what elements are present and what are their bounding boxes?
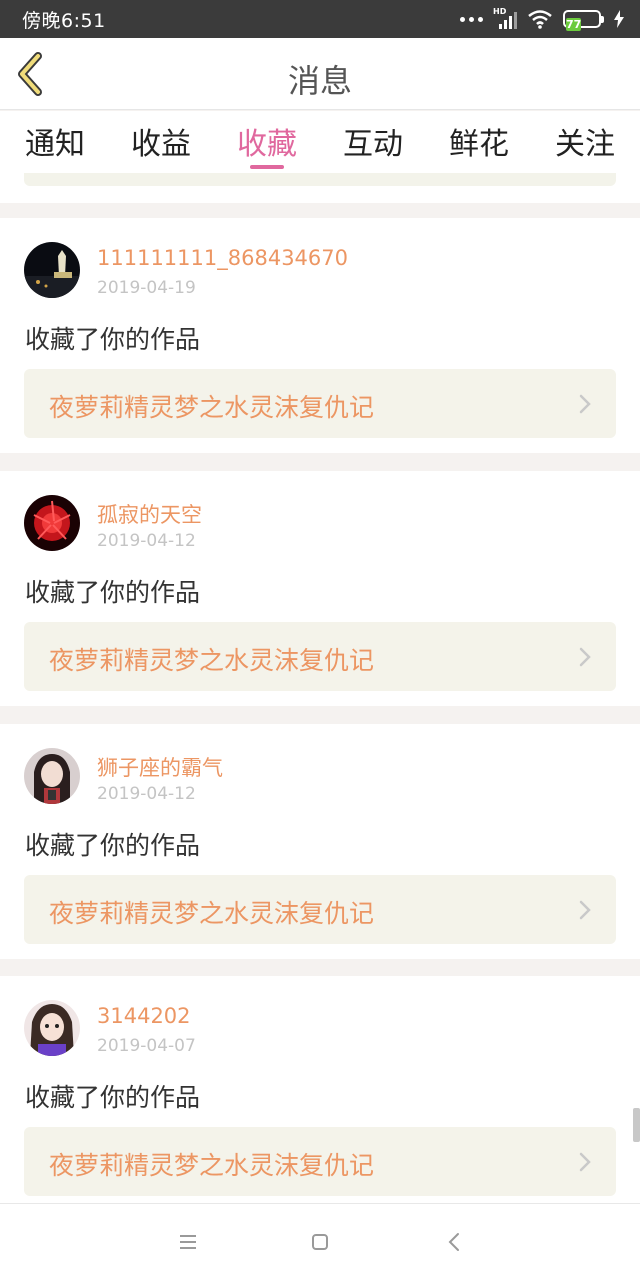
tab-notifications[interactable]: 通知: [10, 119, 100, 163]
previous-item-fragment: [0, 173, 640, 203]
action-text: 收藏了你的作品: [25, 1083, 201, 1112]
tab-following[interactable]: 关注: [540, 119, 630, 163]
chevron-right-icon: [579, 900, 591, 920]
previous-work-card[interactable]: [24, 173, 616, 186]
username[interactable]: 孤寂的天空: [97, 499, 202, 529]
home-button[interactable]: [306, 1228, 334, 1256]
username[interactable]: 狮子座的霸气: [97, 752, 223, 782]
system-back-button[interactable]: [441, 1228, 469, 1256]
timestamp: 2019-04-19: [97, 278, 196, 298]
tab-bar: 通知 收益 收藏 互动 鲜花 关注: [0, 111, 640, 173]
avatar[interactable]: [24, 1000, 80, 1056]
timestamp: 2019-04-07: [97, 1036, 196, 1056]
avatar[interactable]: [24, 495, 80, 551]
wifi-icon: [528, 10, 552, 29]
work-title: 夜萝莉精灵梦之水灵沫复仇记: [49, 646, 375, 675]
work-card[interactable]: 夜萝莉精灵梦之水灵沫复仇记: [24, 875, 616, 944]
page-title: 消息: [287, 62, 352, 100]
username[interactable]: 111111111_868434670: [97, 246, 348, 270]
work-title: 夜萝莉精灵梦之水灵沫复仇记: [49, 1151, 375, 1180]
list-item: 孤寂的天空 2019-04-12 收藏了你的作品 夜萝莉精灵梦之水灵沫复仇记: [0, 471, 640, 706]
action-text: 收藏了你的作品: [25, 325, 201, 354]
battery-level: 77: [566, 18, 582, 31]
header: 消息: [0, 38, 640, 110]
scrollbar-thumb[interactable]: [633, 1108, 640, 1142]
tab-favorites[interactable]: 收藏: [222, 119, 312, 163]
action-text: 收藏了你的作品: [25, 578, 201, 607]
battery-icon: 77: [563, 10, 604, 31]
menu-button[interactable]: [174, 1228, 202, 1256]
home-icon: [312, 1234, 328, 1250]
charging-icon: [614, 10, 624, 28]
timestamp: 2019-04-12: [97, 531, 196, 551]
chevron-right-icon: [579, 394, 591, 414]
more-dots-icon: [460, 16, 483, 22]
work-card[interactable]: 夜萝莉精灵梦之水灵沫复仇记: [24, 1127, 616, 1196]
list-item: 111111111_868434670 2019-04-19 收藏了你的作品 夜…: [0, 218, 640, 453]
username[interactable]: 3144202: [97, 1004, 191, 1028]
action-text: 收藏了你的作品: [25, 831, 201, 860]
chevron-right-icon: [579, 647, 591, 667]
status-time: 傍晚6:51: [22, 10, 106, 32]
avatar[interactable]: [24, 748, 80, 804]
menu-icon: [180, 1235, 196, 1249]
tab-flowers[interactable]: 鲜花: [434, 119, 524, 163]
list-item: 狮子座的霸气 2019-04-12 收藏了你的作品 夜萝莉精灵梦之水灵沫复仇记: [0, 724, 640, 959]
back-icon: [448, 1233, 459, 1251]
status-bar: 傍晚6:51 HD 77: [0, 0, 640, 38]
avatar[interactable]: [24, 242, 80, 298]
work-title: 夜萝莉精灵梦之水灵沫复仇记: [49, 899, 375, 928]
status-icons: HD 77: [460, 7, 624, 31]
system-nav-bar: [0, 1203, 640, 1280]
work-title: 夜萝莉精灵梦之水灵沫复仇记: [49, 393, 375, 422]
active-tab-indicator: [250, 165, 284, 169]
timestamp: 2019-04-12: [97, 784, 196, 804]
list-item: 3144202 2019-04-07 收藏了你的作品 夜萝莉精灵梦之水灵沫复仇记: [0, 976, 640, 1211]
chevron-right-icon: [579, 1152, 591, 1172]
work-card[interactable]: 夜萝莉精灵梦之水灵沫复仇记: [24, 369, 616, 438]
tab-earnings[interactable]: 收益: [116, 119, 206, 163]
cell-signal-icon: HD: [493, 7, 517, 29]
tab-interactions[interactable]: 互动: [328, 119, 418, 163]
work-card[interactable]: 夜萝莉精灵梦之水灵沫复仇记: [24, 622, 616, 691]
